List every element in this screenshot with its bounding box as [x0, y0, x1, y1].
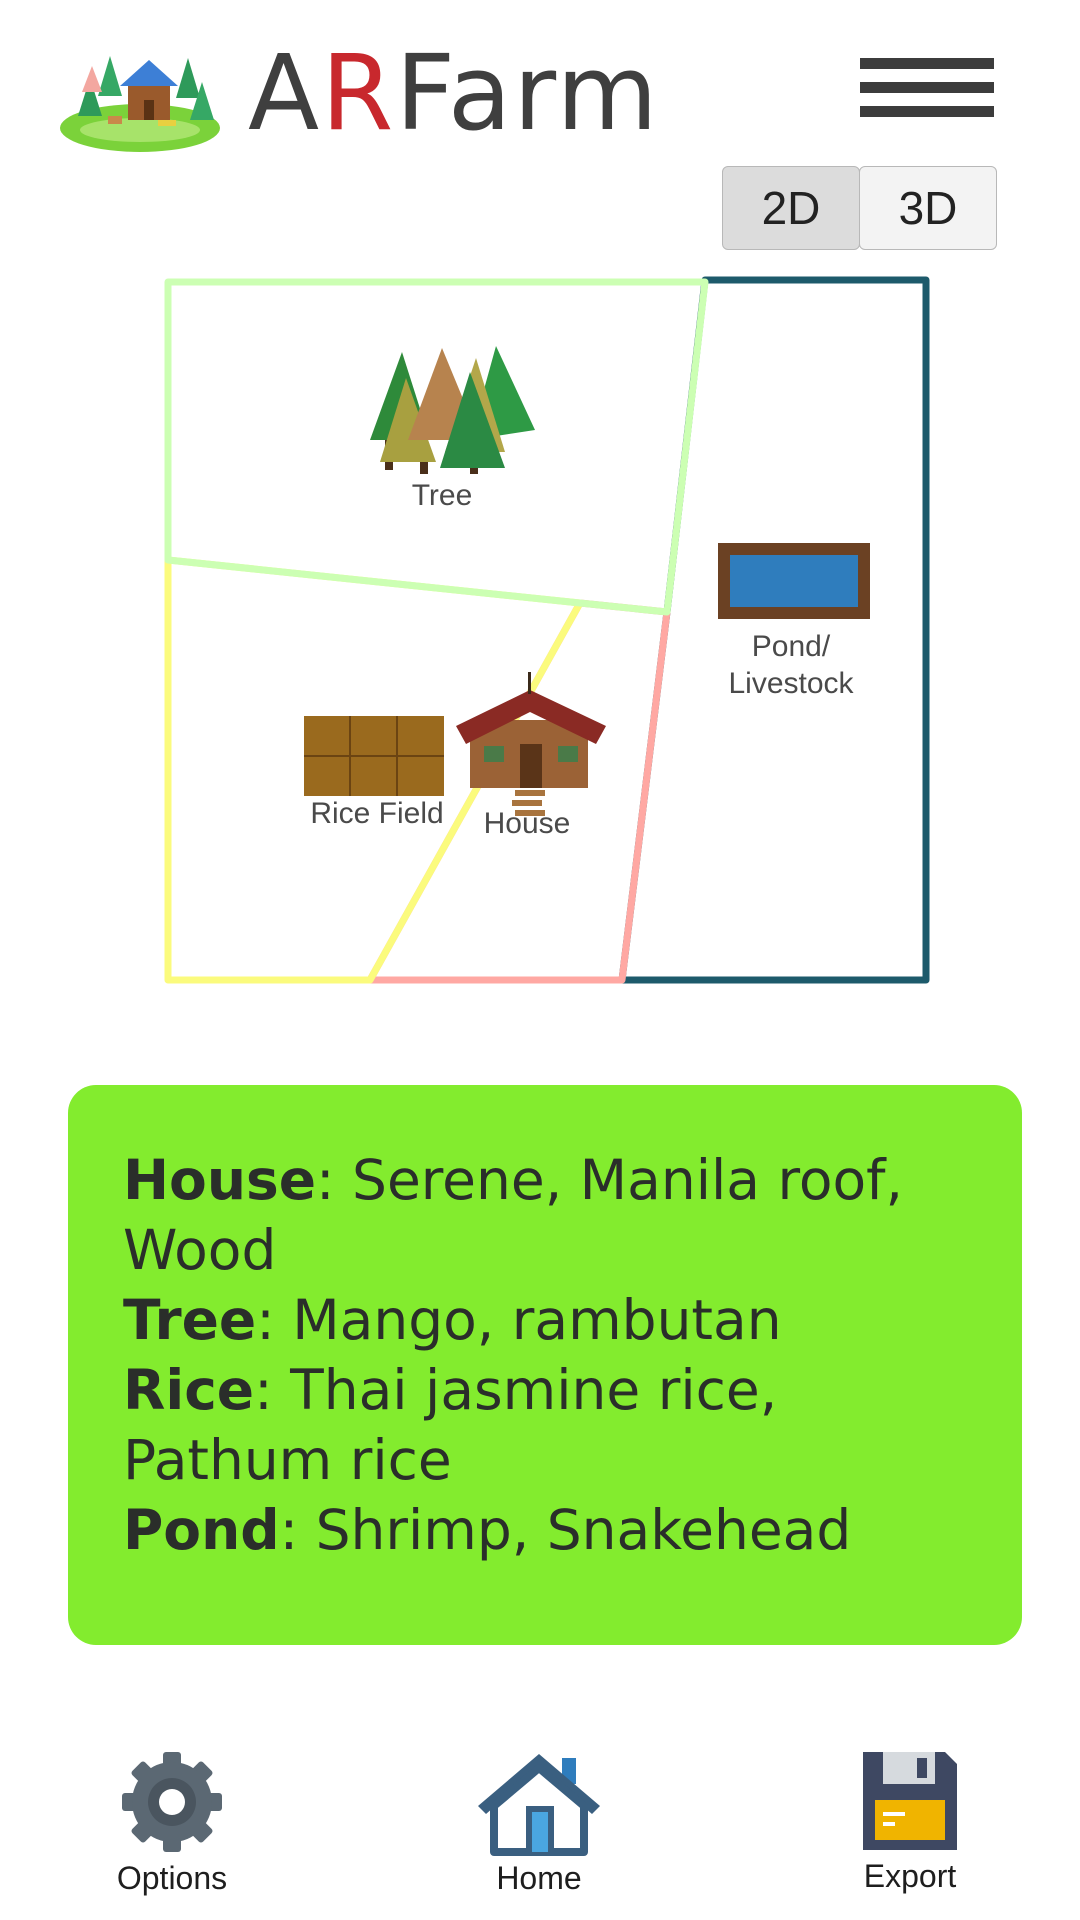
farm-map: Tree Pond/ Livestock Rice Field House — [164, 276, 930, 984]
home-icon — [478, 1754, 600, 1856]
house-label: House — [484, 807, 571, 840]
options-label: Options — [116, 1860, 228, 1896]
tree-info: Tree: Mango, rambutan — [123, 1288, 782, 1352]
export-label: Export — [863, 1858, 957, 1894]
pond-info: Pond: Shrimp, Snakehead — [123, 1498, 852, 1562]
pond-icon — [718, 543, 870, 619]
pond-label-line2: Livestock — [728, 667, 854, 700]
floppy-disk-icon — [863, 1752, 957, 1850]
house-info: House: Serene, Manila roof, — [123, 1148, 903, 1212]
bottom-nav: Options Home Export — [0, 1700, 1080, 1920]
pond-label-line1: Pond/ — [752, 630, 831, 663]
rice-info-cont: Pathum rice — [123, 1428, 452, 1492]
export-nav-button[interactable]: Export — [850, 1748, 970, 1895]
options-nav-button[interactable]: Options — [112, 1748, 232, 1897]
rice-field-icon — [304, 716, 444, 796]
farm-info-card: House: Serene, Manila roof, Wood Tree: M… — [68, 1085, 1022, 1645]
gear-icon — [122, 1752, 222, 1852]
zone-tree-outline[interactable] — [164, 278, 709, 616]
house-icon — [456, 672, 606, 816]
house-info-cont: Wood — [123, 1218, 277, 1282]
home-label: Home — [496, 1860, 582, 1896]
rice-field-label: Rice Field — [310, 797, 443, 830]
rice-info: Rice: Thai jasmine rice, — [123, 1358, 778, 1422]
tree-label: Tree — [412, 479, 473, 512]
home-nav-button[interactable]: Home — [476, 1750, 602, 1897]
tree-cluster-icon — [370, 346, 535, 474]
